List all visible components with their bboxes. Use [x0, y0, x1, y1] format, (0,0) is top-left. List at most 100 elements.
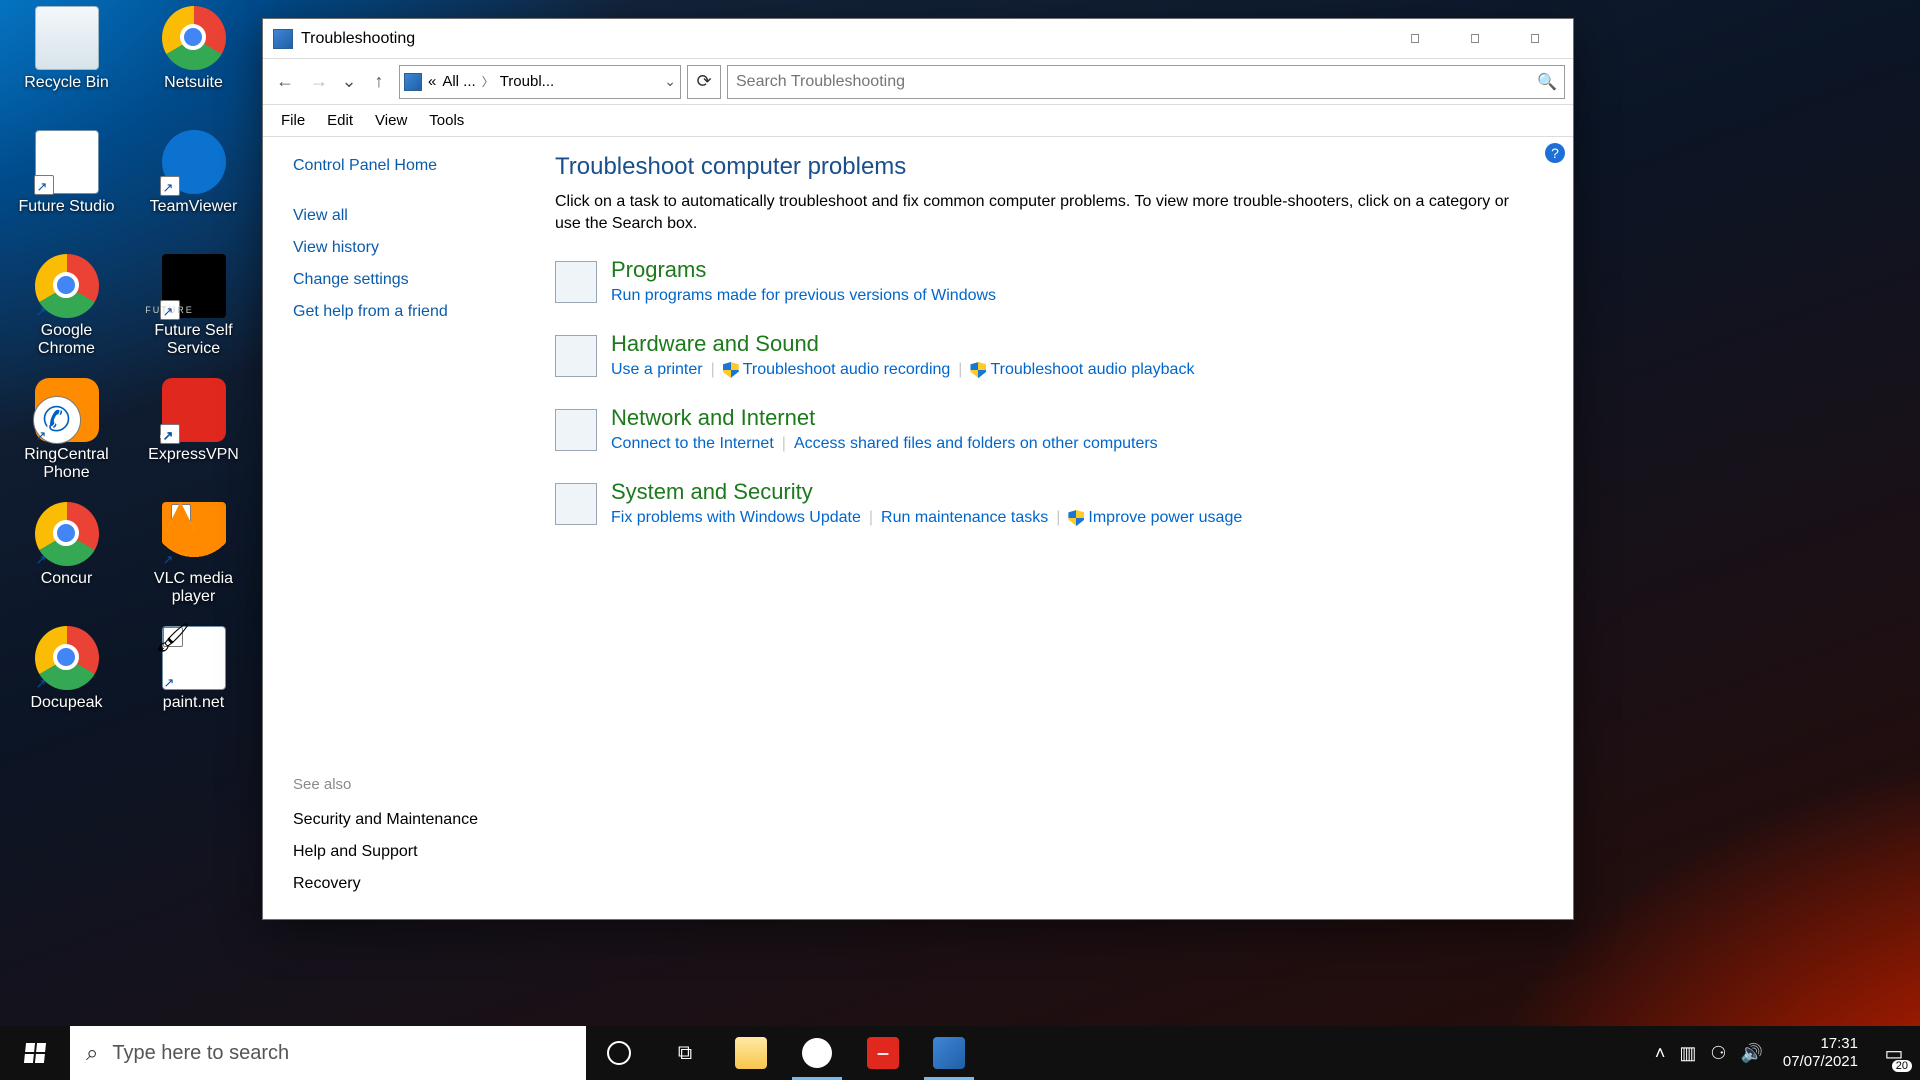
sidebar-link[interactable]: View history — [293, 239, 529, 257]
troubleshooter-link-label: Fix problems with Windows Update — [611, 509, 861, 527]
category-links: Connect to the Internet|Access shared fi… — [611, 435, 1158, 453]
sidebar-link[interactable]: View all — [293, 207, 529, 225]
breadcrumb-mid[interactable]: All ... — [442, 73, 475, 90]
nav-recent-dropdown[interactable]: ⌄ — [339, 68, 359, 96]
search-box[interactable]: 🔍 — [727, 65, 1565, 99]
category-list: Programs Run programs made for previous v… — [555, 257, 1543, 527]
maximize-button[interactable]:  — [1445, 20, 1505, 58]
troubleshooter-link[interactable]: Run programs made for previous versions … — [611, 287, 996, 305]
breadcrumb: « All ... 〉 Troubl... — [428, 73, 658, 90]
troubleshooter-link[interactable]: Access shared files and folders on other… — [794, 435, 1158, 453]
taskbar-search[interactable]: ⌕ Type here to search — [70, 1026, 586, 1080]
troubleshooter-link[interactable]: Troubleshoot audio recording — [723, 361, 951, 379]
category-icon — [555, 409, 597, 451]
desktop-icon[interactable]: VLC media player — [133, 502, 254, 616]
search-input[interactable] — [736, 73, 1538, 91]
clock-date: 07/07/2021 — [1783, 1053, 1858, 1071]
troubleshooter-link[interactable]: Run maintenance tasks — [881, 509, 1048, 527]
address-dropdown[interactable]: ⌄ — [664, 73, 676, 90]
app-icon — [35, 626, 99, 690]
see-also-list: Security and Maintenance Help and Support… — [293, 811, 529, 893]
troubleshooter-link-label: Connect to the Internet — [611, 435, 774, 453]
menu-edit[interactable]: Edit — [317, 109, 363, 132]
desktop-icon[interactable]: Docupeak — [6, 626, 127, 740]
app-icon — [35, 6, 99, 70]
address-bar[interactable]: « All ... 〉 Troubl... ⌄ — [399, 65, 681, 99]
sidebar-link[interactable]: Control Panel Home — [293, 157, 529, 175]
troubleshooter-link-label: Troubleshoot audio recording — [743, 361, 951, 379]
desktop-icon[interactable]: Google Chrome — [6, 254, 127, 368]
taskbar-search-placeholder: Type here to search — [112, 1042, 289, 1065]
task-view-button[interactable]: ⧉ — [652, 1026, 718, 1080]
close-button[interactable]:  — [1505, 20, 1565, 58]
category: System and Security Fix problems with Win… — [555, 479, 1543, 527]
desktop-icon[interactable]: paint.net — [133, 626, 254, 740]
minimize-button[interactable]:  — [1385, 20, 1445, 58]
menu-file[interactable]: File — [271, 109, 315, 132]
see-also-link[interactable]: Recovery — [293, 875, 529, 893]
troubleshooter-link[interactable]: Fix problems with Windows Update — [611, 509, 861, 527]
search-icon[interactable]: 🔍 — [1538, 73, 1556, 91]
file-explorer-button[interactable] — [718, 1026, 784, 1080]
taskbar-clock[interactable]: 17:31 07/07/2021 — [1773, 1026, 1868, 1080]
sidebar-nav: Control Panel Home View all View history Ch… — [293, 157, 529, 321]
category-title[interactable]: System and Security — [611, 479, 1242, 505]
control-panel-taskbar-button[interactable] — [916, 1026, 982, 1080]
cortana-button[interactable] — [586, 1026, 652, 1080]
chrome-taskbar-button[interactable] — [784, 1026, 850, 1080]
see-also-link[interactable]: Security and Maintenance — [293, 811, 529, 829]
start-button[interactable] — [0, 1026, 70, 1080]
taskbar: ⌕ Type here to search ⧉ ⎯ ˄ ▥ ⚆ 🔊 17:31 … — [0, 1026, 1920, 1080]
troubleshooter-link-label: Run maintenance tasks — [881, 509, 1048, 527]
breadcrumb-root[interactable]: « — [428, 73, 436, 90]
search-icon: ⌕ — [86, 1040, 98, 1066]
desktop-icon[interactable]: Concur — [6, 502, 127, 616]
help-button[interactable]: ? — [1545, 143, 1565, 163]
notification-count-badge: 20 — [1892, 1060, 1912, 1072]
refresh-button[interactable]: ⟳ — [687, 65, 721, 99]
sidebar: Control Panel Home View all View history Ch… — [263, 137, 553, 919]
window-body: Control Panel Home View all View history Ch… — [263, 137, 1573, 919]
troubleshooter-link-label: Troubleshoot audio playback — [990, 361, 1194, 379]
battery-icon[interactable]: ▥ — [1679, 1043, 1696, 1064]
chrome-icon — [802, 1038, 832, 1068]
uac-shield-icon — [1068, 510, 1084, 526]
tray-overflow-button[interactable]: ˄ — [1655, 1043, 1666, 1064]
category-links: Fix problems with Windows Update | Run mai… — [611, 509, 1242, 527]
desktop-icon[interactable]: Recycle Bin — [6, 6, 127, 120]
desktop-icon[interactable]: TeamViewer — [133, 130, 254, 244]
menu-tools[interactable]: Tools — [419, 109, 474, 132]
cortana-icon — [607, 1041, 631, 1065]
desktop-icon[interactable]: Future Self Service — [133, 254, 254, 368]
wifi-icon[interactable]: ⚆ — [1710, 1043, 1726, 1064]
window-titlebar[interactable]: Troubleshooting    — [263, 19, 1573, 59]
nav-up-button[interactable]: ↑ — [365, 68, 393, 96]
sidebar-link[interactable]: Get help from a friend — [293, 303, 529, 321]
expressvpn-taskbar-button[interactable]: ⎯ — [850, 1026, 916, 1080]
nav-toolbar: ← → ⌄ ↑ « All ... 〉 Troubl... ⌄ ⟳ 🔍 — [263, 59, 1573, 105]
category-title[interactable]: Programs — [611, 257, 996, 283]
desktop-icon-grid: Recycle BinNetsuiteFuture StudioTeamView… — [0, 0, 260, 746]
control-panel-icon — [933, 1037, 965, 1069]
nav-back-button[interactable]: ← — [271, 68, 299, 96]
troubleshooter-link[interactable]: Connect to the Internet — [611, 435, 774, 453]
troubleshooter-link[interactable]: Troubleshoot audio playback — [970, 361, 1194, 379]
troubleshooter-link[interactable]: Improve power usage — [1068, 509, 1242, 527]
category-icon — [555, 483, 597, 525]
troubleshooter-link[interactable]: Use a printer — [611, 361, 703, 379]
category-title[interactable]: Network and Internet — [611, 405, 1158, 431]
breadcrumb-leaf[interactable]: Troubl... — [500, 73, 554, 90]
separator: | — [869, 509, 873, 527]
menu-view[interactable]: View — [365, 109, 417, 132]
see-also-link[interactable]: Help and Support — [293, 843, 529, 861]
action-center-button[interactable]: ▭ 20 — [1868, 1026, 1920, 1080]
volume-icon[interactable]: 🔊 — [1741, 1043, 1763, 1064]
sidebar-link[interactable]: Change settings — [293, 271, 529, 289]
desktop-icon[interactable]: RingCentral Phone — [6, 378, 127, 492]
desktop-icon[interactable]: Future Studio — [6, 130, 127, 244]
desktop-icon[interactable]: Netsuite — [133, 6, 254, 120]
desktop-icon-label: RingCentral Phone — [12, 446, 122, 482]
desktop-icon[interactable]: ExpressVPN — [133, 378, 254, 492]
category-title[interactable]: Hardware and Sound — [611, 331, 1194, 357]
troubleshooter-link-label: Access shared files and folders on other… — [794, 435, 1158, 453]
